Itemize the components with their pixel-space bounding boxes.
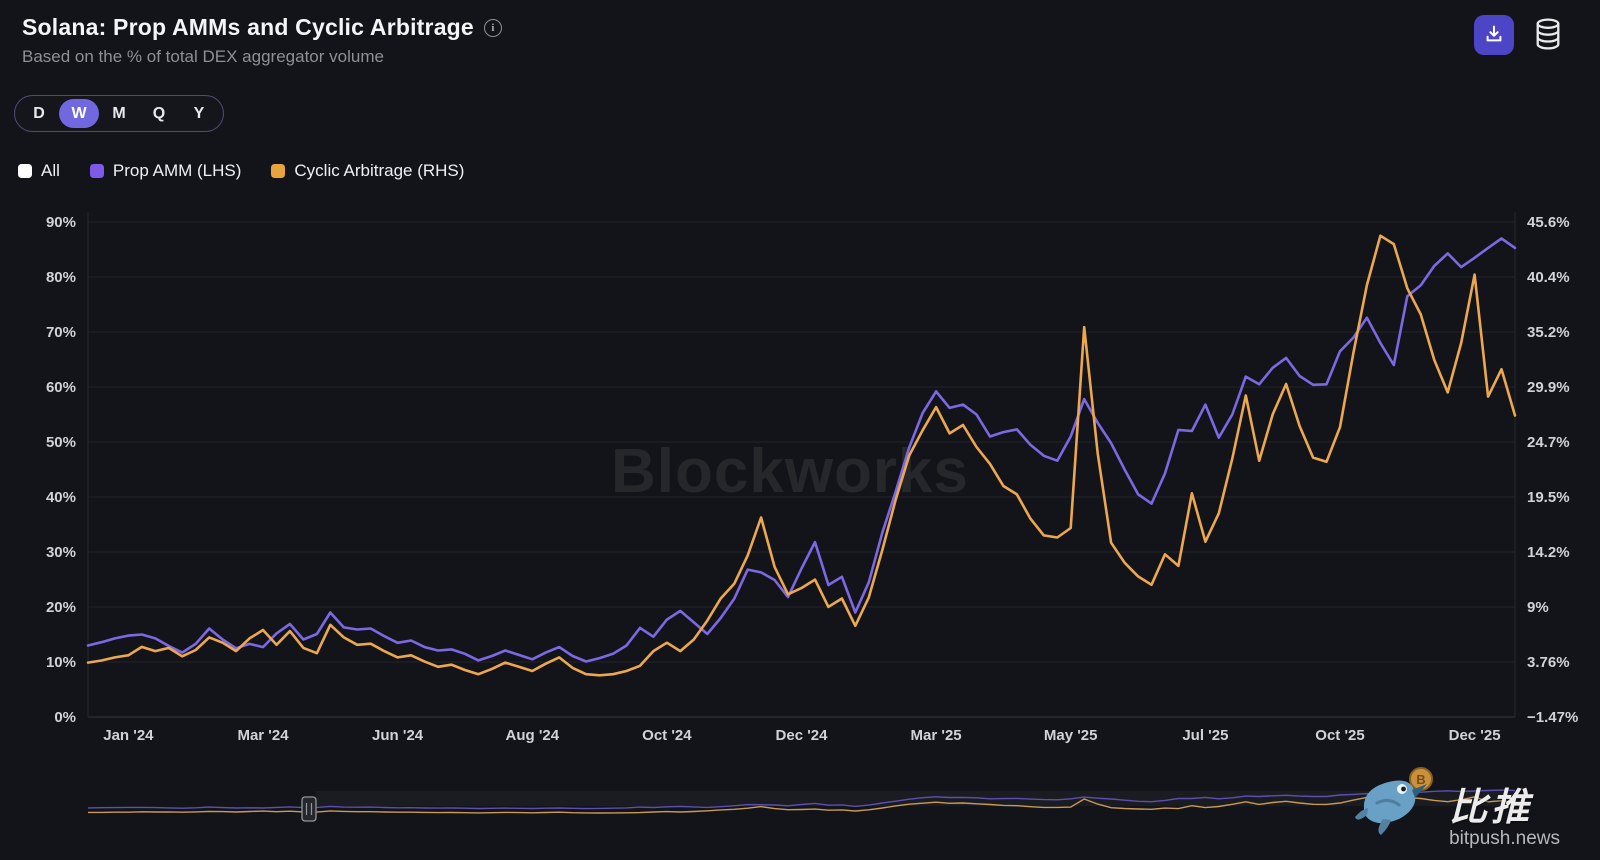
legend-item-cyclic-arb[interactable]: Cyclic Arbitrage (RHS) — [271, 161, 464, 181]
svg-text:50%: 50% — [46, 434, 76, 451]
svg-text:Oct '24: Oct '24 — [642, 727, 692, 744]
svg-text:30%: 30% — [46, 544, 76, 561]
bitpush-bird-logo: B — [1355, 757, 1447, 848]
legend-swatch-all — [18, 164, 32, 178]
svg-text:80%: 80% — [46, 269, 76, 286]
svg-text:Jun '24: Jun '24 — [372, 727, 424, 744]
svg-text:B: B — [1416, 772, 1425, 787]
legend-swatch-prop-amm — [89, 164, 104, 178]
svg-text:Mar '25: Mar '25 — [911, 727, 962, 744]
range-option-q[interactable]: Q — [139, 99, 179, 128]
svg-text:19.5%: 19.5% — [1527, 489, 1570, 506]
svg-text:Aug '24: Aug '24 — [506, 727, 560, 744]
info-icon[interactable]: i — [483, 18, 502, 37]
svg-text:20%: 20% — [46, 599, 76, 616]
legend-swatch-cyclic-arb — [271, 164, 286, 178]
chart-legend: All Prop AMM (LHS) Cyclic Arbitrage (RHS… — [18, 161, 464, 181]
range-option-d[interactable]: D — [19, 99, 59, 128]
bitpush-site: bitpush.news — [1449, 828, 1560, 849]
page-title: Solana: Prop AMMs and Cyclic Arbitrage — [22, 14, 474, 40]
legend-label: All — [41, 161, 60, 180]
range-option-w[interactable]: W — [59, 99, 99, 128]
svg-text:60%: 60% — [46, 379, 76, 396]
svg-text:24.7%: 24.7% — [1527, 434, 1570, 451]
svg-text:9%: 9% — [1527, 599, 1549, 616]
svg-text:40.4%: 40.4% — [1527, 269, 1570, 286]
range-toggle: D W M Q Y — [14, 95, 224, 132]
svg-text:Mar '24: Mar '24 — [237, 727, 289, 744]
svg-text:70%: 70% — [46, 324, 76, 341]
download-icon — [1483, 23, 1505, 48]
svg-text:Dec '25: Dec '25 — [1449, 727, 1501, 744]
svg-text:May '25: May '25 — [1044, 727, 1098, 744]
svg-text:Jan '24: Jan '24 — [103, 727, 154, 744]
svg-text:29.9%: 29.9% — [1527, 379, 1570, 396]
database-icon — [1534, 17, 1562, 53]
svg-text:−1.47%: −1.47% — [1527, 709, 1578, 726]
svg-text:45.6%: 45.6% — [1527, 214, 1570, 231]
legend-item-prop-amm[interactable]: Prop AMM (LHS) — [89, 161, 242, 181]
legend-label: Cyclic Arbitrage (RHS) — [294, 161, 465, 180]
legend-label: Prop AMM (LHS) — [112, 161, 242, 180]
svg-text:14.2%: 14.2% — [1527, 544, 1570, 561]
range-option-y[interactable]: Y — [179, 99, 219, 128]
range-option-m[interactable]: M — [99, 99, 139, 128]
svg-text:0%: 0% — [54, 709, 76, 726]
svg-text:90%: 90% — [46, 214, 76, 231]
bitpush-name-cn: 比推 — [1449, 787, 1534, 829]
main-chart[interactable]: Blockworks 90% 80% 70% 60% 50% 40% 30% 20% 10% 0% 4… — [0, 0, 1600, 860]
svg-text:10%: 10% — [46, 654, 76, 671]
navigator-drag-handle[interactable] — [301, 796, 317, 822]
app-root: Blockworks 90% 80% 70% 60% 50% 40% 30% 20% 10% 0% 4… — [0, 0, 1600, 860]
data-source-button[interactable] — [1528, 15, 1568, 55]
svg-text:40%: 40% — [46, 489, 76, 506]
svg-text:Blockworks: Blockworks — [611, 437, 969, 506]
header: Solana: Prop AMMs and Cyclic Arbitrage i — [22, 14, 502, 41]
legend-item-all[interactable]: All — [18, 161, 60, 181]
toolbar — [1474, 15, 1568, 55]
chart-subtitle: Based on the % of total DEX aggregator v… — [22, 47, 384, 66]
svg-text:35.2%: 35.2% — [1527, 324, 1570, 341]
svg-text:3.76%: 3.76% — [1527, 654, 1570, 671]
svg-text:Oct '25: Oct '25 — [1315, 727, 1364, 744]
svg-text:Dec '24: Dec '24 — [776, 727, 829, 744]
download-button[interactable] — [1474, 15, 1514, 55]
bitpush-branding: B 比推 bitpush.news — [1355, 757, 1560, 848]
svg-text:Jul '25: Jul '25 — [1182, 727, 1228, 744]
